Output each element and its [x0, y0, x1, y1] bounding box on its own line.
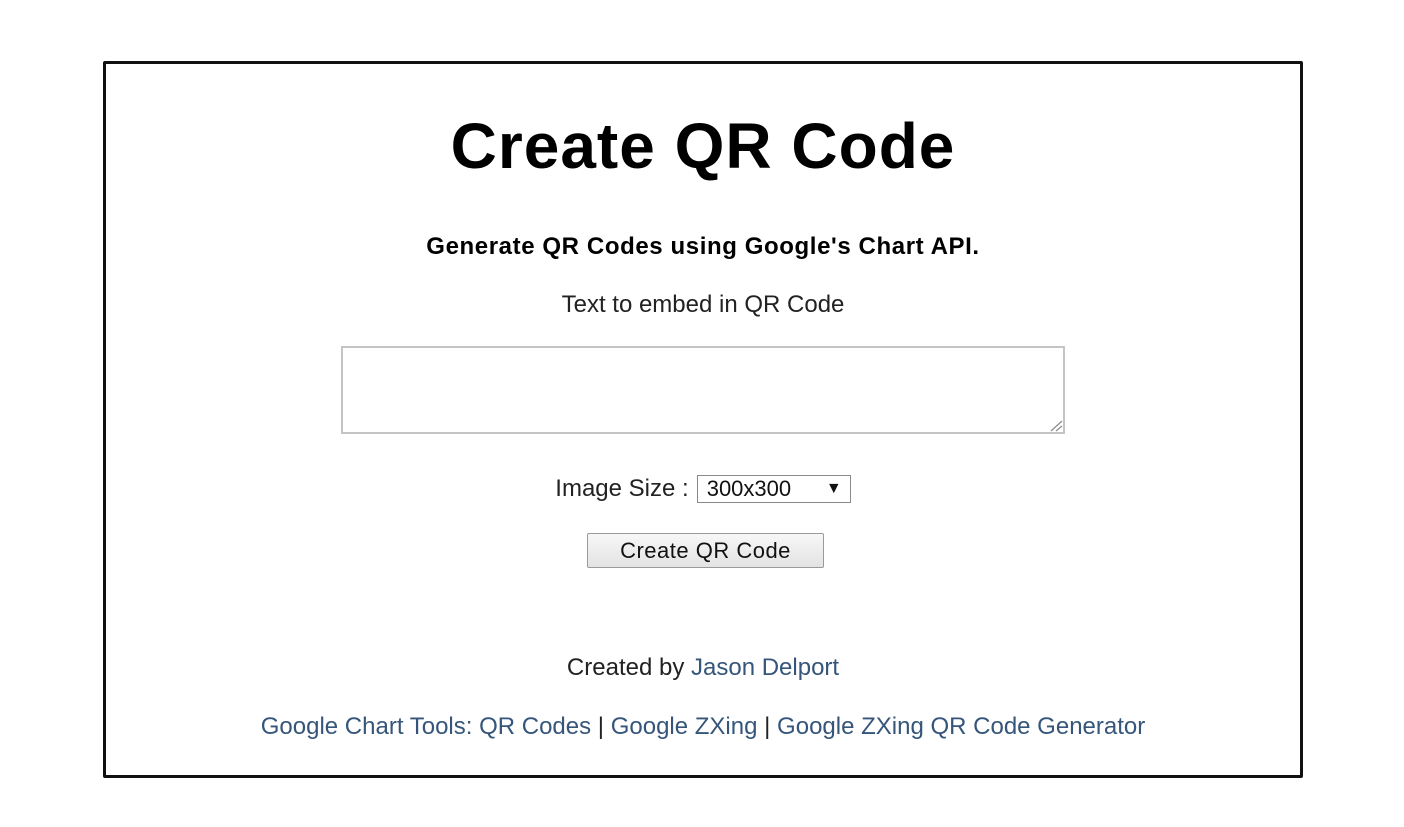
footer-link-chart-tools-qr[interactable]: Google Chart Tools: QR Codes — [261, 713, 591, 740]
footer-link-zxing[interactable]: Google ZXing — [611, 713, 758, 740]
author-link[interactable]: Jason Delport — [691, 654, 839, 681]
image-size-row: Image Size : 300x300 ▼ — [106, 474, 1300, 504]
credit-line: Created by Jason Delport — [106, 653, 1300, 683]
credit-prefix: Created by — [566, 654, 685, 681]
footer-link-zxing-generator[interactable]: Google ZXing QR Code Generator — [777, 713, 1145, 740]
image-size-selected-value: 300x300 — [706, 476, 792, 501]
create-qr-code-button[interactable]: Create QR Code — [587, 533, 824, 568]
footer-separator: | — [597, 713, 605, 740]
image-size-label: Image Size : — [555, 475, 689, 502]
footer-links: Google Chart Tools: QR Codes | Google ZX… — [106, 712, 1300, 742]
image-size-select[interactable]: 300x300 ▼ — [696, 475, 851, 503]
footer-separator: | — [764, 713, 771, 740]
page-title: Create QR Code — [450, 110, 956, 182]
qr-text-input[interactable] — [341, 346, 1065, 434]
page-subtitle: Generate QR Codes using Google's Chart A… — [426, 233, 980, 260]
qr-text-label: Text to embed in QR Code — [561, 291, 845, 318]
page-frame: Create QR Code Generate QR Codes using G… — [103, 61, 1303, 778]
dropdown-triangle-icon: ▼ — [825, 480, 842, 497]
